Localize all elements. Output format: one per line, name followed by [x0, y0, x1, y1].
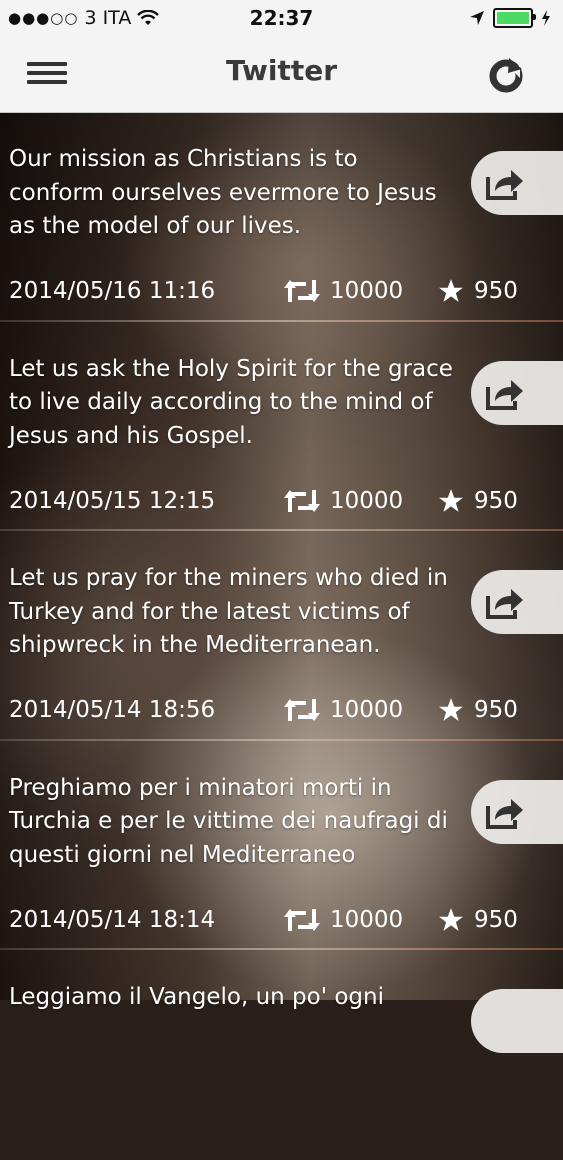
retweet-icon: [284, 280, 320, 302]
status-right: [469, 8, 551, 28]
share-button[interactable]: [471, 779, 563, 844]
star-icon: [439, 907, 463, 931]
share-button[interactable]: [471, 360, 563, 425]
favorite-count-value: 950: [474, 906, 518, 933]
retweet-count[interactable]: 10000: [284, 488, 403, 514]
tweet-text: Let us pray for the miners who died in T…: [9, 565, 448, 658]
tweet-text: Leggiamo il Vangelo, un po' ogni: [9, 984, 384, 1010]
charging-bolt-icon: [542, 10, 550, 26]
tweet-date: 2014/05/14 18:56: [9, 697, 216, 723]
status-bar: ●●●○○ 3 ITA 22:37: [0, 0, 563, 36]
navigation-bar: Twitter: [0, 36, 563, 113]
tweet-text: Our mission as Christians is to conform …: [9, 146, 437, 239]
battery-icon: [493, 8, 536, 28]
retweet-count-value: 10000: [330, 697, 404, 723]
favorite-count-value: 950: [474, 487, 518, 514]
star-icon: [439, 279, 463, 302]
star-icon: [439, 698, 463, 721]
tweet-item[interactable]: Let us ask the Holy Spirit for the grace…: [0, 322, 563, 531]
retweet-count[interactable]: 10000: [284, 278, 403, 304]
tweet-item[interactable]: Preghiamo per i minatori morti in Turchi…: [0, 741, 563, 950]
tweet-date: 2014/05/15 12:15: [9, 487, 216, 514]
refresh-icon[interactable]: [486, 56, 526, 96]
tweet-text: Preghiamo per i minatori morti in Turchi…: [9, 774, 448, 868]
star-icon: [439, 488, 463, 512]
tweet-item[interactable]: Our mission as Christians is to conform …: [0, 112, 563, 322]
retweet-icon: [284, 489, 320, 512]
location-arrow-icon: [470, 11, 484, 25]
tweet-date: 2014/05/14 18:14: [9, 906, 216, 933]
share-icon: [486, 379, 523, 410]
share-button[interactable]: [471, 570, 563, 634]
share-icon: [486, 798, 523, 829]
page-title: Twitter: [225, 54, 338, 87]
retweet-icon: [284, 908, 320, 931]
favorite-count[interactable]: 950: [438, 488, 518, 514]
tweet-item[interactable]: Leggiamo il Vangelo, un po' ogni: [0, 950, 563, 1160]
tweet-item[interactable]: Let us pray for the miners who died in T…: [0, 531, 563, 741]
retweet-icon: [284, 699, 320, 721]
retweet-count[interactable]: 10000: [284, 907, 403, 933]
favorite-count[interactable]: 950: [438, 697, 518, 723]
favorite-count-value: 950: [474, 697, 518, 723]
favorite-count[interactable]: 950: [438, 278, 518, 304]
share-icon: [486, 170, 523, 200]
tweet-list: Our mission as Christians is to conform …: [0, 112, 563, 1160]
share-button[interactable]: [471, 151, 563, 215]
retweet-count-value: 10000: [330, 278, 404, 304]
retweet-count[interactable]: 10000: [284, 697, 403, 723]
favorite-count-value: 950: [474, 278, 518, 304]
share-icon: [486, 589, 523, 619]
retweet-count-value: 10000: [330, 906, 404, 933]
tweet-date: 2014/05/16 11:16: [9, 278, 216, 304]
retweet-count-value: 10000: [330, 487, 404, 514]
favorite-count[interactable]: 950: [438, 907, 518, 933]
share-button[interactable]: [471, 989, 563, 1053]
tweet-text: Let us ask the Holy Spirit for the grace…: [9, 355, 453, 449]
